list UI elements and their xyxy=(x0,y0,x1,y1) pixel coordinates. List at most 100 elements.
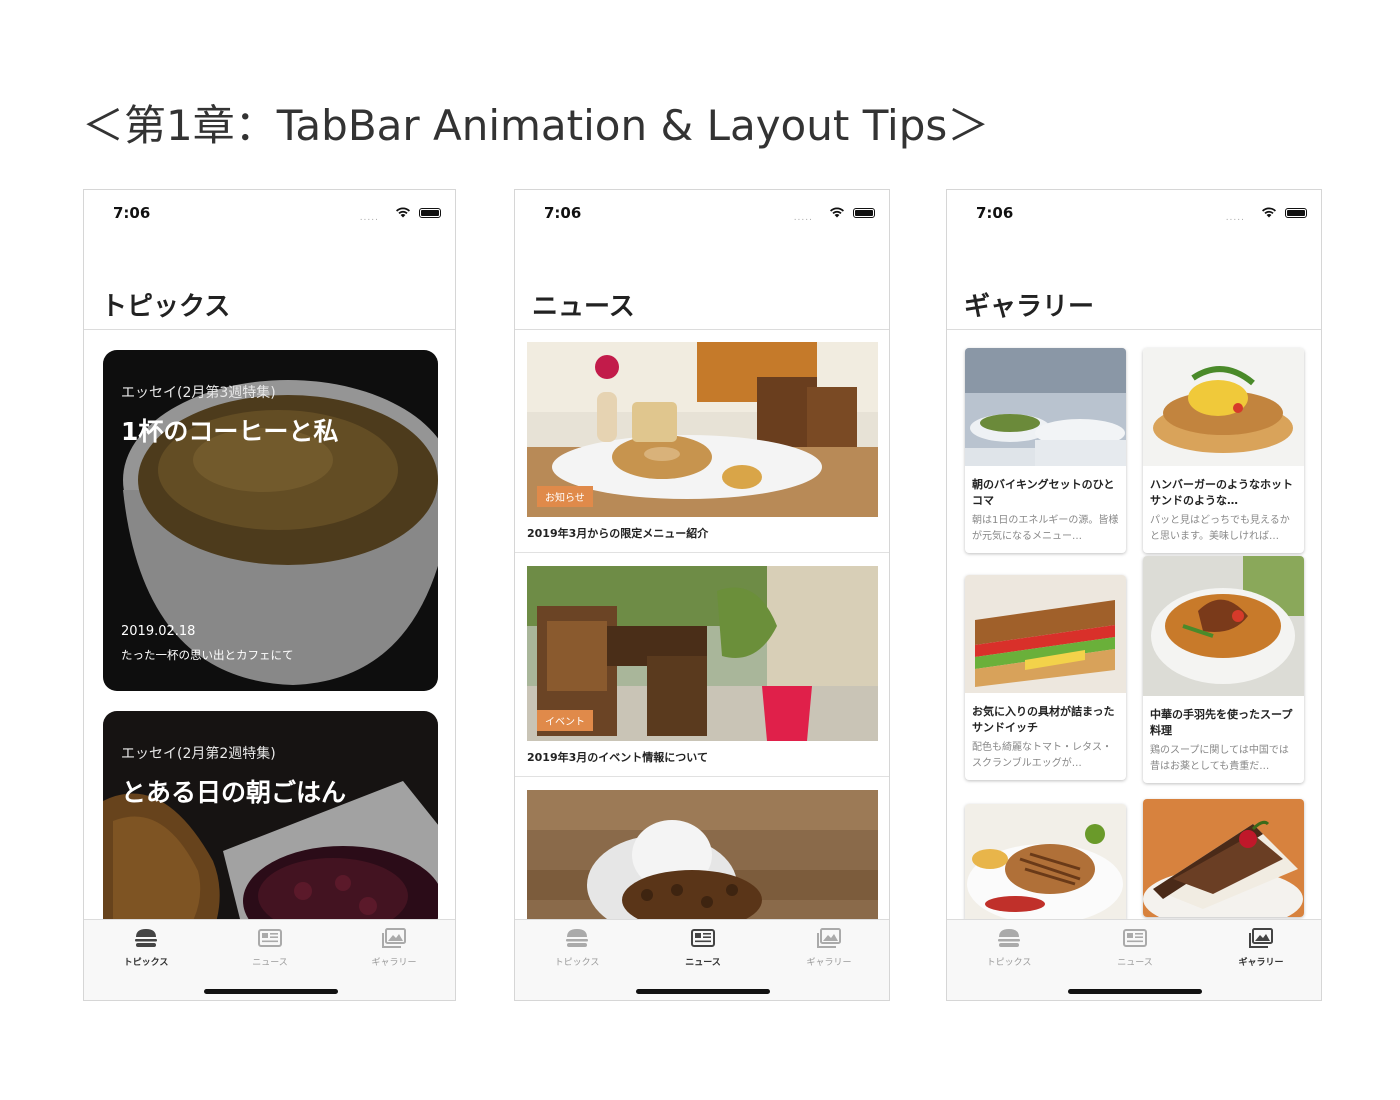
gallery-title: お気に入りの具材が詰まったサンドイッチ xyxy=(972,705,1115,734)
battery-icon xyxy=(419,208,441,218)
cake-image xyxy=(1143,799,1304,917)
buffet-image xyxy=(965,348,1126,466)
photos-icon xyxy=(817,928,841,948)
phone-topics: 7:06 ..... トピックス エッセイ(2月第3週特集) 1杯のコーヒーと私… xyxy=(83,189,456,1001)
status-time: 7:06 xyxy=(976,204,1014,222)
tab-news[interactable]: ニュース xyxy=(641,928,765,969)
tab-gallery[interactable]: ギャラリー xyxy=(332,928,455,969)
tab-label: ギャラリー xyxy=(806,958,852,968)
gallery-image xyxy=(965,575,1126,693)
tab-label: トピックス xyxy=(986,958,1032,968)
topic-category: エッセイ(2月第2週特集) xyxy=(121,746,276,762)
news-item[interactable] xyxy=(515,778,889,919)
hot-sandwich-image xyxy=(1143,348,1304,466)
status-bar: 7:06 ..... xyxy=(947,190,1321,234)
gallery-grid[interactable]: 朝のバイキングセットのひとコマ 朝は1日のエネルギーの源。皆様が元気になるメニュ… xyxy=(947,330,1321,919)
gallery-image xyxy=(1143,799,1304,917)
tab-topics[interactable]: トピックス xyxy=(947,928,1071,969)
gallery-card[interactable] xyxy=(1143,799,1304,917)
topic-title: とある日の朝ごはん xyxy=(121,778,347,807)
phone-gallery: 7:06 ..... ギャラリー 朝のバイキングセットのひとコマ 朝は1日のエネ… xyxy=(946,189,1322,1001)
photos-icon xyxy=(382,928,406,948)
soup-image xyxy=(1143,556,1304,696)
burger-icon xyxy=(135,929,157,947)
status-bar: 7:06 ..... xyxy=(84,190,455,234)
gallery-card[interactable]: 朝のバイキングセットのひとコマ 朝は1日のエネルギーの源。皆様が元気になるメニュ… xyxy=(965,348,1126,553)
gallery-card[interactable] xyxy=(965,804,1126,919)
home-indicator[interactable] xyxy=(636,989,770,994)
tab-label: トピックス xyxy=(123,958,169,968)
gallery-description: 鶏のスープに関しては中国では昔はお薬としても貴重だ… xyxy=(1150,745,1289,772)
tab-bar: トピックス ニュース ギャラリー xyxy=(84,919,455,1000)
nav-title: トピックス xyxy=(101,292,231,322)
tab-bar: トピックス ニュース ギャラリー xyxy=(947,919,1321,1000)
newspaper-icon xyxy=(1123,929,1147,947)
signal-icon: ..... xyxy=(359,213,379,223)
status-bar: 7:06 ..... xyxy=(515,190,889,234)
news-badge: イベント xyxy=(537,710,593,731)
news-list[interactable]: お知らせ 2019年3月からの限定メニュー紹介 イベント 2019年3月のイベン… xyxy=(515,330,889,919)
gallery-card[interactable]: ハンバーガーのようなホットサンドのような… パッと見はどっちでも見えるかと思いま… xyxy=(1143,348,1304,553)
gallery-description: パッと見はどっちでも見えるかと思います。美味しければ… xyxy=(1150,515,1290,542)
gallery-card[interactable]: お気に入りの具材が詰まったサンドイッチ 配色も綺麗なトマト・レタス・スクランブル… xyxy=(965,575,1126,780)
wifi-icon xyxy=(1262,207,1276,218)
newspaper-icon xyxy=(258,929,282,947)
gallery-image xyxy=(1143,556,1304,696)
tab-label: ニュース xyxy=(252,958,288,968)
news-badge: お知らせ xyxy=(537,486,593,507)
photos-icon xyxy=(1249,928,1273,948)
battery-icon xyxy=(1285,208,1307,218)
tab-topics[interactable]: トピックス xyxy=(515,928,639,969)
tab-topics[interactable]: トピックス xyxy=(84,928,208,969)
burger-icon xyxy=(998,929,1020,947)
tab-label: ニュース xyxy=(685,958,721,968)
gallery-description: 配色も綺麗なトマト・レタス・スクランブルエッグが… xyxy=(972,742,1112,769)
tab-label: ギャラリー xyxy=(1238,958,1284,968)
tab-label: ニュース xyxy=(1117,958,1153,968)
newspaper-icon xyxy=(691,929,715,947)
news-item[interactable]: イベント 2019年3月のイベント情報について xyxy=(515,554,889,777)
nav-title: ギャラリー xyxy=(964,292,1095,322)
page-title: ＜第1章：TabBar Animation & Layout Tips＞ xyxy=(82,101,990,150)
signal-icon: ..... xyxy=(793,213,813,223)
phone-news: 7:06 ..... ニュース お知らせ 2019年3月からの限定メニュー紹介 … xyxy=(514,189,890,1001)
tab-gallery[interactable]: ギャラリー xyxy=(1199,928,1321,969)
burger-icon xyxy=(566,929,588,947)
grilled-chicken-image xyxy=(965,804,1126,919)
tab-bar: トピックス ニュース ギャラリー xyxy=(515,919,889,1000)
news-title: 2019年3月のイベント情報について xyxy=(527,751,708,764)
gallery-image xyxy=(965,348,1126,466)
tab-gallery[interactable]: ギャラリー xyxy=(767,928,889,969)
gallery-title: ハンバーガーのようなホットサンドのような… xyxy=(1150,478,1293,507)
tab-news[interactable]: ニュース xyxy=(1073,928,1197,969)
home-indicator[interactable] xyxy=(1068,989,1202,994)
topics-list[interactable]: エッセイ(2月第3週特集) 1杯のコーヒーと私 2019.02.18 たった一杯… xyxy=(84,330,455,919)
topic-description: たった一杯の思い出とカフェにて xyxy=(121,648,294,662)
topic-date: 2019.02.18 xyxy=(121,624,196,639)
gallery-title: 中華の手羽先を使ったスープ料理 xyxy=(1150,708,1293,737)
nav-title: ニュース xyxy=(532,292,635,322)
news-image xyxy=(527,790,878,919)
gallery-title: 朝のバイキングセットのひとコマ xyxy=(972,478,1115,507)
coffee-beans-image xyxy=(527,790,878,919)
topic-category: エッセイ(2月第3週特集) xyxy=(121,385,276,401)
status-time: 7:06 xyxy=(113,204,151,222)
gallery-image xyxy=(965,804,1126,919)
gallery-image xyxy=(1143,348,1304,466)
wifi-icon xyxy=(396,207,410,218)
topic-card[interactable]: エッセイ(2月第3週特集) 1杯のコーヒーと私 2019.02.18 たった一杯… xyxy=(103,350,438,691)
news-image: イベント xyxy=(527,566,878,741)
tab-news[interactable]: ニュース xyxy=(208,928,332,969)
tab-label: ギャラリー xyxy=(371,958,417,968)
gallery-card[interactable]: 中華の手羽先を使ったスープ料理 鶏のスープに関しては中国では昔はお薬としても貴重… xyxy=(1143,556,1304,783)
topic-card[interactable]: エッセイ(2月第2週特集) とある日の朝ごはん xyxy=(103,711,438,919)
signal-icon: ..... xyxy=(1225,213,1245,223)
gallery-description: 朝は1日のエネルギーの源。皆様が元気になるメニュー… xyxy=(972,515,1119,542)
wifi-icon xyxy=(830,207,844,218)
news-image: お知らせ xyxy=(527,342,878,517)
home-indicator[interactable] xyxy=(204,989,338,994)
news-title: 2019年3月からの限定メニュー紹介 xyxy=(527,527,709,540)
status-time: 7:06 xyxy=(544,204,582,222)
news-item[interactable]: お知らせ 2019年3月からの限定メニュー紹介 xyxy=(515,330,889,553)
battery-icon xyxy=(853,208,875,218)
